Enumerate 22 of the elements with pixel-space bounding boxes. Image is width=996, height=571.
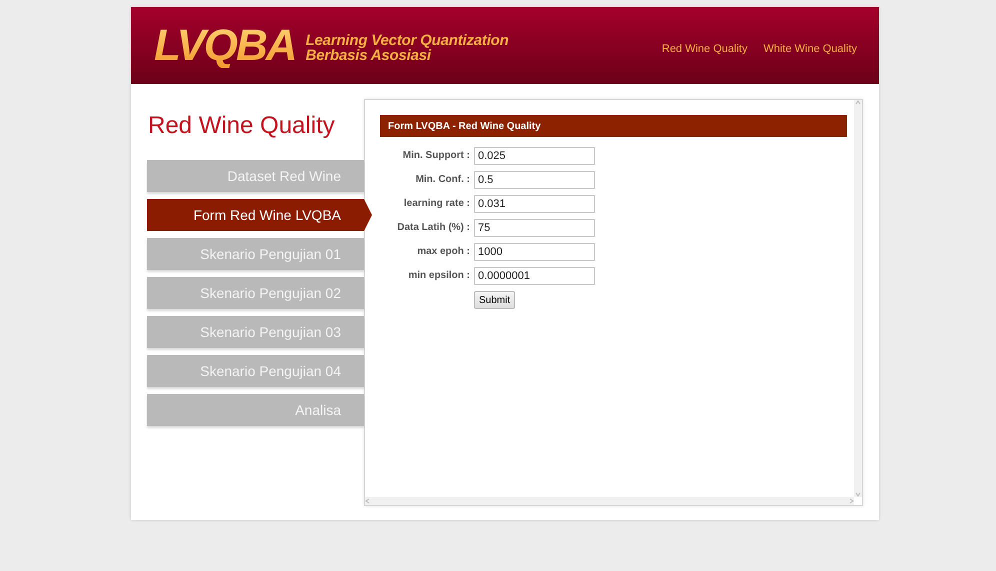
- field-label: Min. Support :: [402, 149, 470, 163]
- tagline: Learning Vector Quantization: [306, 32, 509, 48]
- nav-link[interactable]: White Wine Quality: [763, 42, 857, 54]
- submit-button[interactable]: Submit: [474, 291, 516, 309]
- input-field[interactable]: 0.0000001: [474, 267, 595, 285]
- field-label: Data Latih (%) :: [396, 221, 470, 235]
- input-field[interactable]: 75: [474, 219, 595, 237]
- field-label: learning rate :: [402, 197, 470, 211]
- input-field[interactable]: 0.5: [474, 171, 595, 189]
- field-label: Min. Conf. :: [414, 173, 470, 187]
- nav-link[interactable]: Red Wine Quality: [662, 42, 748, 54]
- vertical-scrollbar[interactable]: [854, 100, 862, 497]
- input-field[interactable]: 0.025: [474, 147, 595, 165]
- field-label: min epsilon :: [407, 269, 470, 283]
- section-title: Red Wine Quality: [148, 111, 336, 141]
- horizontal-scrollbar[interactable]: [365, 497, 854, 505]
- input-field[interactable]: 1000: [474, 243, 595, 261]
- form-title: Form LVQBA - Red Wine Quality: [380, 115, 847, 137]
- menu-item[interactable]: Form Red Wine LVQBA: [147, 199, 372, 231]
- field-label: max epoh :: [416, 245, 470, 259]
- input-field[interactable]: 0.031: [474, 195, 595, 213]
- tagline: Berbasis Asosiasi: [306, 48, 432, 62]
